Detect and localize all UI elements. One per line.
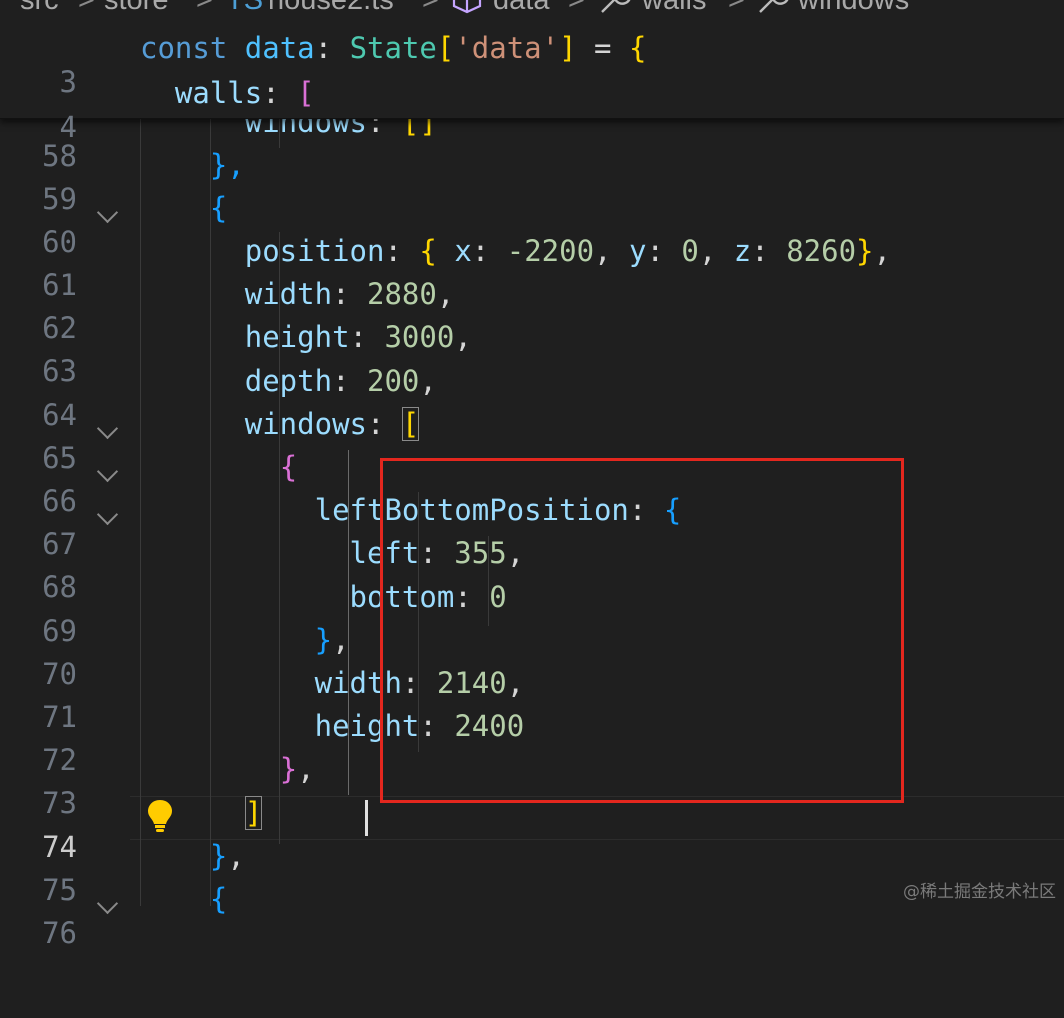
fold-chevron-icon[interactable]	[96, 892, 119, 915]
code-text: {	[209, 882, 228, 916]
indent-guide	[279, 118, 280, 148]
code-text: const data: State['data'] = {	[140, 31, 647, 65]
text-cursor	[365, 800, 368, 836]
fold-chevron-icon[interactable]	[96, 503, 119, 526]
variable-cube-icon	[450, 0, 484, 22]
indent-guide	[279, 232, 280, 844]
highlight-annotation-box	[380, 458, 904, 803]
indent-guide	[140, 118, 141, 906]
chevron-right-icon: >	[568, 0, 585, 16]
breadcrumb-windows[interactable]: windows	[798, 0, 909, 17]
code-line-62[interactable]: 62 width: 2880,	[0, 277, 1064, 345]
code-text: },	[209, 148, 245, 182]
breadcrumb-store[interactable]: store	[104, 0, 168, 17]
chevron-right-icon: >	[422, 0, 439, 16]
code-text: {	[279, 450, 298, 484]
breadcrumb-house2[interactable]: house2.ts	[268, 0, 394, 17]
code-text: },	[279, 752, 315, 786]
matching-bracket: ]	[244, 796, 263, 830]
wrench-icon	[756, 0, 792, 22]
code-text: height: 3000,	[244, 320, 472, 354]
chevron-right-icon: >	[728, 0, 745, 16]
line-number: 76	[42, 916, 77, 950]
code-text: },	[209, 839, 245, 873]
chevron-right-icon: >	[196, 0, 213, 16]
indent-guide	[210, 118, 211, 906]
code-line-75[interactable]: 75 },	[0, 839, 1064, 907]
code-text: width: 2880,	[244, 277, 455, 311]
code-line-60[interactable]: 60 {	[0, 191, 1064, 259]
wrench-icon	[598, 0, 634, 22]
code-text: walls: [	[174, 76, 315, 110]
fold-chevron-icon[interactable]	[96, 460, 119, 483]
watermark: @稀土掘金技术社区	[903, 882, 1056, 902]
breadcrumb: src > store > TS house2.ts > data > wall…	[0, 0, 1064, 20]
code-text: {	[209, 191, 228, 225]
code-line-65[interactable]: 65 windows: [	[0, 407, 1064, 475]
breadcrumb-data[interactable]: data	[493, 0, 549, 17]
fold-chevron-icon[interactable]	[96, 417, 119, 440]
code-line-59[interactable]: 59 },	[0, 148, 1064, 216]
code-line-64[interactable]: 64 depth: 200,	[0, 364, 1064, 432]
indent-guide-active	[348, 450, 349, 795]
breadcrumb-walls[interactable]: walls	[642, 0, 706, 17]
sticky-line-4[interactable]: 4 walls: [	[0, 76, 1064, 144]
chevron-right-icon: >	[78, 0, 95, 16]
lightbulb-icon[interactable]	[146, 798, 174, 841]
line-number: 4	[59, 110, 77, 144]
code-line-63[interactable]: 63 height: 3000,	[0, 320, 1064, 388]
breadcrumb-src[interactable]: src	[20, 0, 59, 17]
typescript-file-icon: TS	[226, 0, 264, 16]
matching-bracket: [	[401, 407, 420, 441]
code-text: depth: 200,	[244, 364, 437, 398]
sticky-line-3[interactable]: 3 const data: State['data'] = {	[0, 31, 1064, 99]
code-line-61[interactable]: 61 position: { x: -2200, y: 0, z: 8260},	[0, 234, 1064, 302]
code-text: },	[314, 623, 350, 657]
code-text: position: { x: -2200, y: 0, z: 8260},	[244, 234, 891, 268]
fold-chevron-icon[interactable]	[96, 201, 119, 224]
